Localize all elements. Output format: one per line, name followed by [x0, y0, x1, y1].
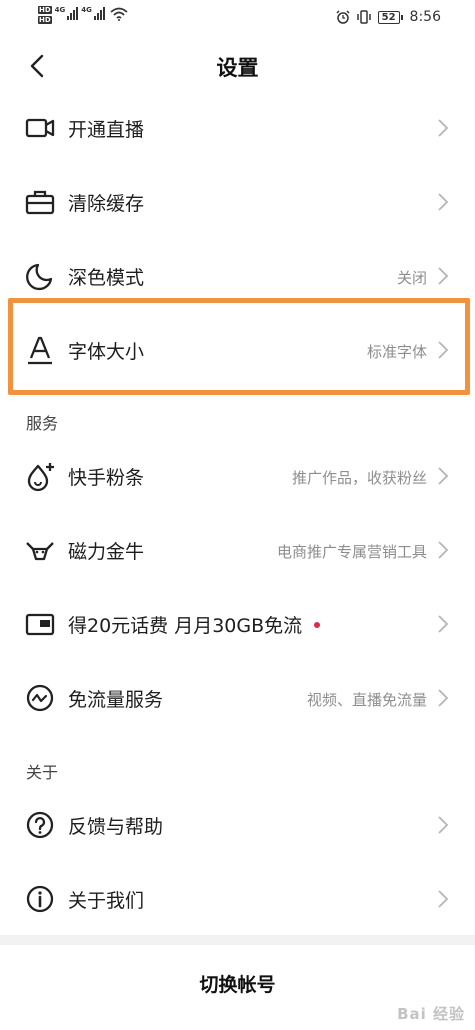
highlight-box: [8, 298, 470, 395]
chevron-right-icon: [438, 541, 449, 559]
chevron-right-icon: [438, 816, 449, 834]
status-right: 52 8:56: [336, 9, 441, 25]
promo-text: 得20元话费 月月30GB免流: [68, 615, 303, 637]
status-left: HD HD 4G 4G: [38, 6, 128, 26]
status-bar: HD HD 4G 4G 52 8:56: [0, 0, 475, 38]
settings-row-free-flow[interactable]: 免流量服务 视频、直播免流量: [0, 661, 475, 735]
moon-icon: [26, 263, 53, 291]
row-label: 快手粉条: [68, 467, 145, 489]
settings-row-about-us[interactable]: 关于我们: [0, 862, 475, 936]
hd-icon: HD HD: [38, 6, 52, 26]
settings-row-bull[interactable]: 磁力金牛 电商推广专属营销工具: [0, 513, 475, 587]
chevron-right-icon: [438, 890, 449, 908]
watermark: Bai 经验: [397, 1005, 465, 1023]
settings-row-help[interactable]: 反馈与帮助: [0, 788, 475, 862]
row-label: 得20元话费 月月30GB免流: [68, 611, 321, 638]
section-divider: [0, 935, 475, 945]
wave-circle-icon: [26, 684, 54, 712]
chevron-right-icon: [438, 467, 449, 485]
flame-plus-icon: [27, 463, 54, 492]
settings-row-fans[interactable]: 快手粉条 推广作品，收获粉丝: [0, 439, 475, 513]
vibrate-icon: [356, 10, 371, 24]
chevron-right-icon: [438, 267, 449, 285]
settings-row-live[interactable]: 开通直播: [0, 91, 475, 165]
row-label: 免流量服务: [68, 689, 164, 711]
chevron-right-icon: [438, 193, 449, 211]
bull-value: 电商推广专属营销工具: [276, 543, 427, 561]
signal-icon: 4G: [55, 6, 79, 20]
status-time: 8:56: [409, 9, 441, 25]
wallet-icon: [25, 613, 55, 636]
toolbox-icon: [25, 190, 55, 215]
video-camera-icon: [25, 118, 55, 138]
row-label: 反馈与帮助: [68, 816, 164, 838]
row-label: 清除缓存: [68, 193, 145, 215]
wifi-icon: [110, 7, 128, 21]
dark-mode-value: 关闭: [396, 269, 427, 287]
network-label: 4G: [81, 6, 92, 14]
row-label: 磁力金牛: [68, 541, 145, 563]
hd-label: HD: [38, 16, 52, 24]
settings-row-clear-cache[interactable]: 清除缓存: [0, 165, 475, 239]
section-heading-services: 服务: [26, 414, 59, 433]
header: 设置: [0, 38, 475, 94]
row-label: 深色模式: [68, 267, 145, 289]
alarm-icon: [336, 10, 350, 24]
chevron-right-icon: [438, 119, 449, 137]
hd-label: HD: [38, 6, 52, 14]
network-label: 4G: [54, 6, 66, 14]
red-dot-badge: [314, 621, 321, 628]
signal-icon: 4G: [81, 6, 105, 20]
page-title: 设置: [216, 56, 259, 80]
row-label: 开通直播: [68, 119, 145, 141]
settings-row-promo[interactable]: 得20元话费 月月30GB免流: [0, 587, 475, 661]
battery-icon: 52: [377, 10, 403, 24]
bull-icon: [26, 542, 54, 561]
chevron-right-icon: [438, 615, 449, 633]
row-label: 关于我们: [68, 890, 145, 912]
section-heading-about: 关于: [26, 763, 59, 782]
fans-value: 推广作品，收获粉丝: [291, 469, 427, 487]
question-circle-icon: [26, 811, 54, 839]
chevron-right-icon: [438, 689, 449, 707]
info-circle-icon: [26, 885, 54, 913]
free-flow-value: 视频、直播免流量: [306, 691, 427, 709]
